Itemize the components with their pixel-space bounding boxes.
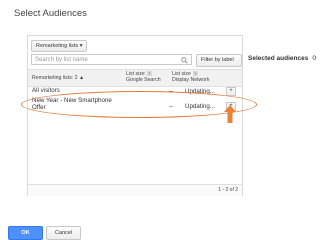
highlight-ellipse [21,91,257,118]
column-header-display-size: List size? Display Network [172,71,209,83]
search-input[interactable]: Search by list name [31,54,192,65]
column-header-name-text: Remarketing lists: 2 [32,75,78,81]
ok-button[interactable]: OK [8,226,43,240]
chevron-down-icon: ▾ [79,43,83,49]
column-header-display-size-line2: Display Network [172,77,210,83]
search-placeholder: Search by list name [35,57,88,63]
up-arrow-icon [224,105,236,123]
selected-audiences-label: Selected audiences [248,55,309,62]
selected-audiences-header: Selected audiences 0 [248,55,316,62]
cancel-button[interactable]: Cancel [46,226,81,240]
column-header-search-size-line2: Google Search [126,77,161,83]
help-icon[interactable]: ? [146,71,152,76]
row-name: All visitors [32,87,60,94]
sort-arrow-icon: ▲ [79,75,85,81]
column-header-search-size: List size? Google Search [126,71,161,83]
pagination: 1 - 2 of 2 [28,184,242,196]
dialog-title: Select Audiences [14,8,87,19]
remarketing-lists-label: Remarketing lists [36,43,79,49]
pagination-text: 1 - 2 of 2 [218,187,238,193]
column-header-name[interactable]: Remarketing lists: 2 ▲ [32,75,84,81]
table-header: Remarketing lists: 2 ▲ List size? Google… [28,69,242,87]
search-icon[interactable] [181,57,188,64]
help-icon[interactable]: ? [192,71,198,76]
filter-by-label-dropdown[interactable]: Filter by label ▾ [196,54,242,74]
filter-by-label-text: Filter by label [201,57,234,63]
selected-audiences-count: 0 [312,55,316,62]
remarketing-lists-dropdown[interactable]: Remarketing lists ▾ [31,40,88,52]
